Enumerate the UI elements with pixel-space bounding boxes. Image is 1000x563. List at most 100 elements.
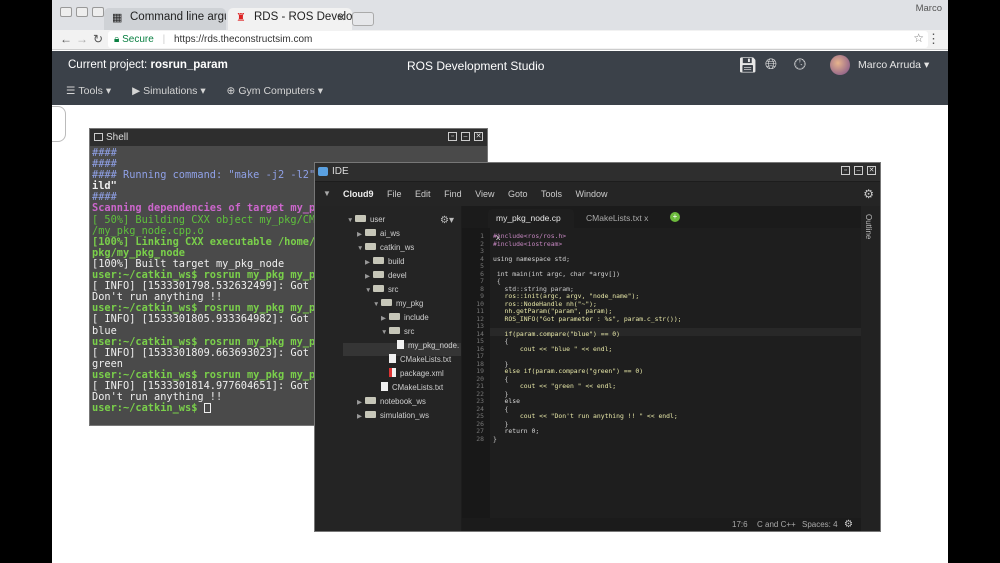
project-prefix: Current project: [68, 59, 148, 71]
tree-folder-build[interactable]: ▶ build [365, 256, 404, 268]
tree-folder-devel[interactable]: ▶ devel [365, 270, 407, 282]
maximize-window-button[interactable] [92, 7, 104, 17]
forward-icon[interactable]: → [76, 32, 88, 46]
bookmark-star-icon[interactable]: ☆ [913, 31, 924, 45]
indent-setting[interactable]: Spaces: 4 [802, 518, 838, 531]
minimize-window-button[interactable] [76, 7, 88, 17]
menu-edit[interactable]: Edit [415, 182, 431, 206]
tree-folder-catkin-ws[interactable]: ▼ catkin_ws [357, 242, 414, 254]
user-name: Marco Arruda [858, 59, 922, 71]
close-tab-icon[interactable]: x [644, 213, 648, 223]
tab-rds[interactable]: ♜ RDS - ROS Develop ✕ [228, 8, 352, 30]
gear-icon[interactable]: ⚙ [863, 182, 874, 206]
tree-folder-src[interactable]: ▼ src [381, 326, 414, 338]
tree-folder-my-pkg[interactable]: ▼ my_pkg [373, 298, 423, 310]
caret-down-icon: ▾ [105, 85, 112, 97]
tree-label: package.xml [400, 369, 444, 378]
globe-icon[interactable]: 🌐︎ [765, 56, 777, 73]
secure-label: Secure [122, 34, 154, 45]
tree-folder-src[interactable]: ▼ src [365, 284, 398, 296]
clock-icon[interactable]: 🕓︎ [794, 56, 806, 73]
arrow-down-icon: ▼ [365, 287, 372, 294]
arrow-down-icon: ▼ [381, 329, 388, 336]
menu-window[interactable]: Window [576, 182, 608, 206]
tree-file-cmakelists[interactable]: CMakeLists.txt [381, 382, 443, 394]
url-field[interactable]: 🔒︎ Secure | https://rds.theconstructsim.… [108, 31, 928, 48]
code-line: cout << "Don't run anything !! " << endl… [493, 412, 678, 420]
menu-label: Gym Computers [238, 85, 315, 97]
arrow-right-icon: ▶ [365, 259, 370, 266]
tree-folder-notebook-ws[interactable]: ▶ notebook_ws [357, 396, 426, 408]
ide-title: IDE [332, 166, 349, 177]
cursor-position[interactable]: 17:6 [732, 518, 748, 531]
user-menu[interactable]: Marco Arruda ▾ [858, 59, 929, 71]
minimize-icon[interactable]: – [461, 132, 470, 141]
gear-icon[interactable]: ⚙ [844, 518, 853, 531]
window-user-name: Marco [915, 3, 942, 14]
tree-folder-user[interactable]: ▼ user [347, 214, 385, 226]
folder-icon [381, 299, 392, 307]
shell-titlebar[interactable]: Shell ▫ – ✕ [90, 129, 487, 146]
ide-app-icon [318, 167, 328, 176]
tree-folder-include[interactable]: ▶ include [381, 312, 429, 324]
language-mode[interactable]: C and C++ [757, 518, 796, 531]
close-icon[interactable]: ✕ [867, 166, 876, 175]
restore-icon[interactable]: ▫ [841, 166, 850, 175]
close-window-button[interactable] [60, 7, 72, 17]
folder-icon [365, 243, 376, 251]
side-panel-handle[interactable] [52, 106, 66, 142]
ide-titlebar[interactable]: IDE ▫ – ✕ [315, 163, 880, 181]
avatar[interactable] [830, 55, 850, 75]
code-line: ROS_INFO("Got parameter : %s", param.c_s… [493, 314, 682, 323]
reload-icon[interactable]: ↻ [93, 32, 103, 46]
caret-down-icon[interactable]: ▼ [323, 182, 331, 206]
file-icon [397, 340, 404, 350]
outline-panel[interactable]: Outline [861, 206, 880, 531]
tab-strip: ▦ Command line argu ♜ RDS - ROS Develop … [52, 0, 948, 30]
file-tree: ⚙▾ ▼ user ▶ ai_ws ▼ catkin_ws ▶ build ▶ devel… [315, 206, 461, 531]
close-tab-icon[interactable]: ✕ [337, 11, 346, 24]
tree-label: simulation_ws [380, 411, 429, 420]
folder-icon [365, 229, 376, 237]
shell-title: Shell [106, 132, 129, 143]
menu-simulations[interactable]: ▶ Simulations ▾ [132, 85, 206, 97]
shell-line-text: #### Running command: "make -j2 -l2" [92, 169, 316, 182]
gear-icon[interactable]: ⚙▾ [440, 215, 454, 226]
menu-tools[interactable]: ☰ Tools ▾ [66, 85, 111, 97]
folder-icon [365, 397, 376, 405]
back-icon[interactable]: ← [60, 32, 72, 46]
tab-my-pkg-node[interactable]: my_pkg_node.cp x [488, 209, 574, 242]
tree-folder-ai-ws[interactable]: ▶ ai_ws [357, 228, 400, 240]
tree-file-package-xml[interactable]: package.xml [389, 368, 444, 380]
tree-folder-simulation-ws[interactable]: ▶ simulation_ws [357, 410, 429, 422]
minimize-icon[interactable]: – [854, 166, 863, 175]
restore-icon[interactable]: ▫ [448, 132, 457, 141]
menu-goto[interactable]: Goto [508, 182, 528, 206]
code-line: cout << "green " << endl; [493, 382, 617, 390]
add-tab-icon[interactable]: + [670, 212, 680, 222]
folder-icon [389, 327, 400, 335]
menu-cloud9[interactable]: Cloud9 [343, 182, 374, 206]
tree-file-cmakelists[interactable]: CMakeLists.txt [389, 354, 451, 366]
menu-file[interactable]: File [387, 182, 402, 206]
close-icon[interactable]: ✕ [474, 132, 483, 141]
code-area[interactable]: #include<ros/ros.h> #include<iostream> usi… [493, 228, 858, 518]
tab-command-line[interactable]: ▦ Command line argu [104, 8, 226, 30]
arrow-right-icon: ▶ [357, 399, 362, 406]
terminal-icon [94, 133, 103, 141]
menu-tools[interactable]: Tools [541, 182, 562, 206]
browser-menu-icon[interactable]: ⋮ [927, 31, 940, 47]
menu-find[interactable]: Find [444, 182, 462, 206]
tab-cmakelists[interactable]: CMakeLists.txt x [578, 209, 668, 228]
project-name: rosrun_param [150, 59, 228, 71]
new-tab-button[interactable] [352, 12, 374, 26]
address-bar: ← → ↻ 🔒︎ Secure | https://rds.theconstru… [52, 30, 948, 50]
code-line: using namespace std; [493, 254, 570, 263]
file-icon [381, 382, 388, 392]
tree-file-my-pkg-node[interactable]: my_pkg_node. [397, 340, 459, 352]
menu-gym-computers[interactable]: ⊕ Gym Computers ▾ [227, 85, 323, 97]
xml-file-icon [389, 368, 396, 378]
menu-view[interactable]: View [475, 182, 494, 206]
save-icon[interactable]: 💾︎ [738, 56, 757, 74]
tab-label: CMakeLists.txt [586, 213, 642, 223]
